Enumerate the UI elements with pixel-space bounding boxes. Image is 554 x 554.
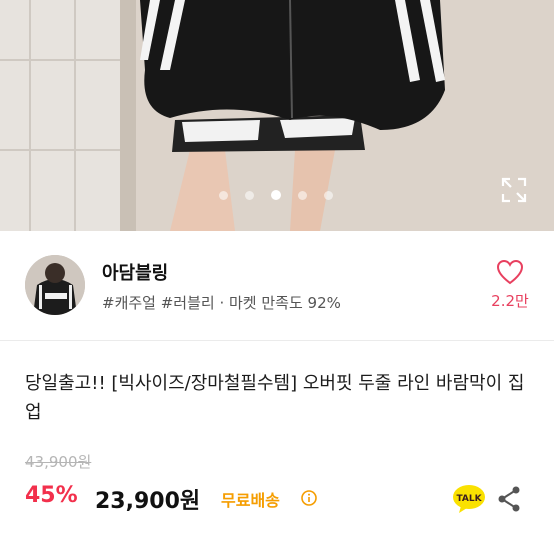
free-shipping-label: 무료배송 [221, 491, 280, 510]
expand-icon[interactable] [500, 176, 528, 204]
section-divider [0, 340, 554, 341]
like-count: 2.2만 [491, 292, 529, 310]
heart-icon[interactable] [496, 259, 524, 285]
shop-info[interactable]: 아담블링 #캐주얼 #러블리 · 마켓 만족도 92% 2.2만 [0, 231, 554, 340]
original-price: 43,900원 [25, 453, 92, 471]
carousel-dot[interactable] [219, 191, 228, 200]
carousel-dot-active[interactable] [271, 190, 281, 200]
shop-avatar[interactable] [25, 255, 85, 315]
shop-tags: #캐주얼 #러블리 · 마켓 만족도 92% [102, 294, 341, 312]
carousel-dot[interactable] [324, 191, 333, 200]
product-image[interactable] [0, 0, 554, 231]
product-title: 당일출고!! [빅사이즈/장마철필수템] 오버핏 두줄 라인 바람막이 집업 [25, 373, 525, 423]
share-icon[interactable] [497, 486, 521, 512]
kakao-talk-icon[interactable]: TALK [452, 484, 486, 514]
carousel-dot[interactable] [298, 191, 307, 200]
carousel-indicator [0, 190, 554, 203]
discount-rate: 45% [25, 483, 78, 508]
shop-name[interactable]: 아담블링 [102, 259, 168, 285]
info-icon[interactable] [301, 490, 317, 506]
svg-text:TALK: TALK [456, 494, 482, 504]
carousel-dot[interactable] [245, 191, 254, 200]
sale-price: 23,900원 [95, 489, 201, 514]
